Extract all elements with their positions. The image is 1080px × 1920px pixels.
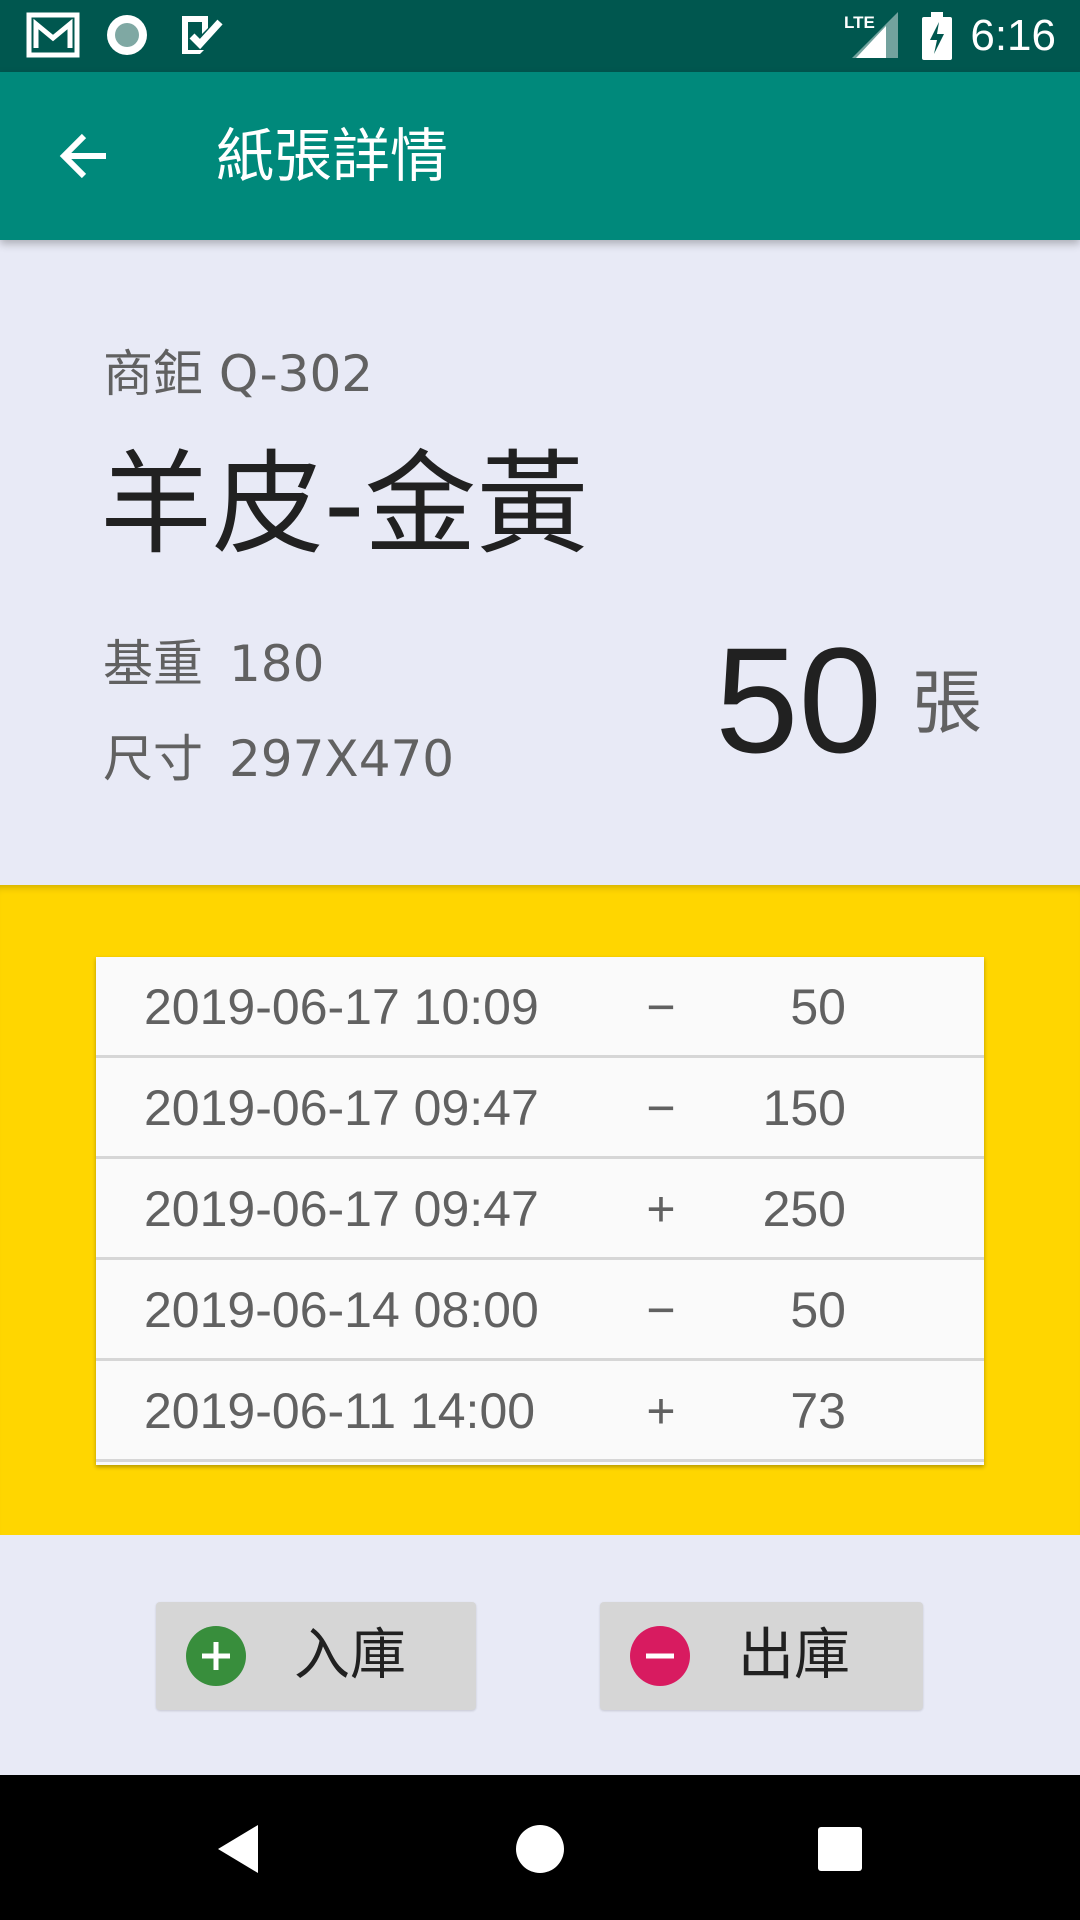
stock-in-button[interactable]: 入庫 — [156, 1602, 476, 1710]
history-sign: − — [646, 979, 676, 1035]
gmail-icon — [26, 12, 80, 62]
history-row[interactable]: 2019-06-14 08:00 − 50 — [96, 1260, 984, 1361]
history-list[interactable]: 2019-06-17 10:09 − 50 2019-06-17 09:47 −… — [96, 957, 984, 1465]
history-date: 2019-06-17 10:09 — [144, 979, 539, 1035]
size-label: 尺寸 — [103, 730, 203, 788]
stock-in-label: 入庫 — [294, 1623, 406, 1688]
history-row[interactable]: 2019-06-11 14:00 + 73 — [96, 1361, 984, 1462]
back-button[interactable] — [40, 112, 128, 200]
history-sign: − — [646, 1080, 676, 1136]
circle-app-icon — [104, 12, 150, 62]
history-sign: + — [646, 1181, 676, 1237]
history-row[interactable]: 2019-06-17 09:47 − 150 — [96, 1058, 984, 1159]
checkmark-app-icon — [178, 12, 224, 62]
plus-circle-icon — [186, 1626, 246, 1686]
history-quantity: 50 — [790, 979, 846, 1035]
history-quantity: 73 — [790, 1383, 846, 1439]
weight-label: 基重 — [103, 635, 203, 693]
history-quantity: 150 — [762, 1080, 846, 1136]
navigation-bar — [0, 1775, 1080, 1920]
spec-size: 尺寸 297X470 — [103, 727, 454, 791]
history-date: 2019-06-17 09:47 — [144, 1181, 539, 1237]
page-title: 紙張詳情 — [216, 122, 449, 190]
history-sign: + — [646, 1383, 676, 1439]
weight-value: 180 — [229, 635, 325, 693]
paper-summary: 商鉅 Q-302 羊皮-金黃 基重 180 尺寸 297X470 50 張 — [0, 240, 1080, 885]
history-section: 2019-06-17 10:09 − 50 2019-06-17 09:47 −… — [0, 885, 1080, 1535]
back-triangle-icon[interactable] — [210, 1819, 270, 1879]
screen: LTE 6:16 紙張詳情 商鉅 Q-302 羊皮-金黃 基重 180 尺寸 2… — [0, 0, 1080, 1920]
history-quantity: 50 — [790, 1282, 846, 1338]
app-bar: 紙張詳情 — [0, 72, 1080, 240]
spec-weight: 基重 180 — [103, 632, 324, 696]
history-row[interactable]: 2019-06-17 10:09 − 50 — [96, 957, 984, 1058]
stock-out-button[interactable]: 出庫 — [600, 1602, 923, 1710]
lte-label: LTE — [844, 13, 875, 32]
history-date: 2019-06-17 09:47 — [144, 1080, 539, 1136]
battery-charging-icon — [922, 12, 952, 64]
history-quantity: 250 — [762, 1181, 846, 1237]
action-bar: 入庫 出庫 — [0, 1535, 1080, 1775]
status-time: 6:16 — [970, 11, 1056, 60]
size-value: 297X470 — [229, 730, 455, 788]
history-row[interactable]: 2019-06-17 09:47 + 250 — [96, 1159, 984, 1260]
arrow-left-icon — [59, 133, 106, 179]
history-sign: − — [646, 1282, 676, 1338]
paper-name: 羊皮-金黃 — [100, 440, 589, 570]
stock-unit: 張 — [912, 662, 982, 744]
minus-circle-icon — [630, 1626, 690, 1686]
stock-out-label: 出庫 — [738, 1623, 850, 1688]
history-date: 2019-06-11 14:00 — [144, 1383, 536, 1439]
status-bar: LTE 6:16 — [0, 0, 1080, 72]
stock-count: 50 — [715, 616, 882, 784]
history-date: 2019-06-14 08:00 — [144, 1282, 539, 1338]
recents-square-icon[interactable] — [810, 1819, 870, 1879]
lte-signal-icon: LTE — [842, 10, 900, 64]
home-circle-icon[interactable] — [510, 1819, 570, 1879]
supplier-code: 商鉅 Q-302 — [103, 345, 374, 403]
